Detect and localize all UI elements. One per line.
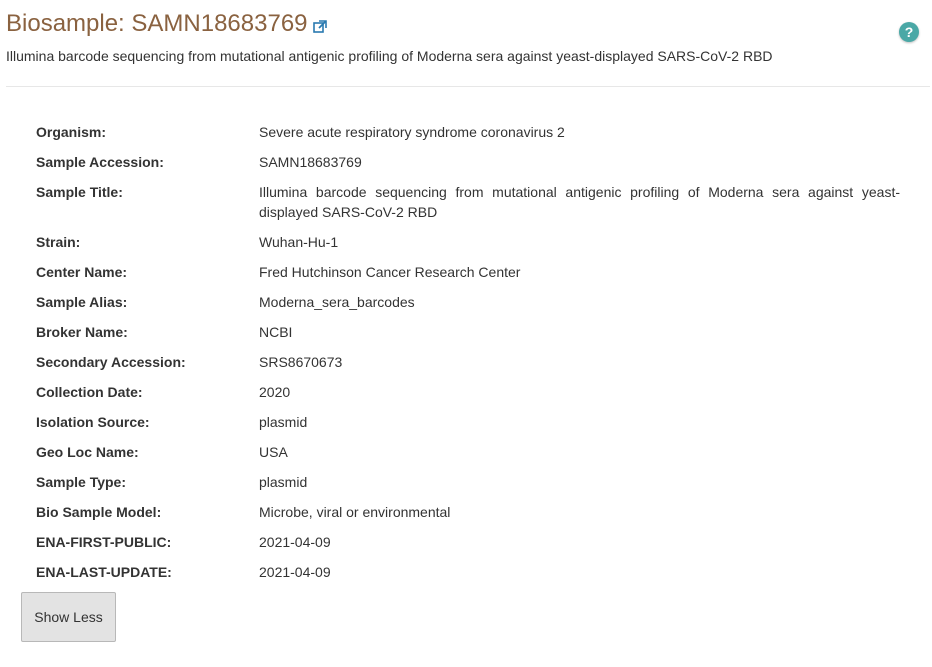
attribute-label: Center Name:	[36, 264, 128, 280]
external-link-icon[interactable]	[312, 20, 327, 34]
attribute-label: Sample Accession:	[36, 154, 164, 170]
attribute-value: Microbe, viral or environmental	[259, 504, 451, 520]
page-subtitle: Illumina barcode sequencing from mutatio…	[6, 48, 773, 64]
attribute-label: Secondary Accession:	[36, 354, 186, 370]
attribute-value: Wuhan-Hu-1	[259, 234, 339, 250]
attribute-row: Bio Sample Model: Microbe, viral or envir…	[36, 502, 900, 522]
attribute-list: Organism: Severe acute respiratory syndro…	[36, 122, 900, 592]
attribute-value: Moderna_sera_barcodes	[259, 294, 415, 310]
attribute-label: Geo Loc Name:	[36, 444, 139, 460]
attribute-row: Sample Accession: SAMN18683769	[36, 152, 900, 172]
attribute-label: ENA-FIRST-PUBLIC:	[36, 534, 172, 550]
attribute-row: ENA-LAST-UPDATE: 2021-04-09	[36, 562, 900, 582]
attribute-row: Strain: Wuhan-Hu-1	[36, 232, 900, 252]
attribute-row: Center Name: Fred Hutchinson Cancer Resea…	[36, 262, 900, 282]
attribute-row: Collection Date: 2020	[36, 382, 900, 402]
attribute-label: Organism:	[36, 124, 107, 140]
attribute-row: Secondary Accession: SRS8670673	[36, 352, 900, 372]
attribute-value: Illumina barcode sequencing from mutatio…	[259, 184, 900, 220]
attribute-value: Severe acute respiratory syndrome corona…	[259, 124, 565, 140]
attribute-label: Sample Type:	[36, 474, 126, 490]
attribute-value: 2021-04-09	[259, 534, 331, 550]
attribute-label: Collection Date:	[36, 384, 143, 400]
attribute-row: Organism: Severe acute respiratory syndro…	[36, 122, 900, 142]
biosample-page: Biosample: SAMN18683769 Illumina barcode…	[0, 0, 932, 667]
attribute-label: Sample Alias:	[36, 294, 128, 310]
attribute-value: USA	[259, 444, 288, 460]
attribute-label: Sample Title:	[36, 184, 123, 200]
attribute-value: 2021-04-09	[259, 564, 331, 580]
attribute-row: Isolation Source: plasmid	[36, 412, 900, 432]
attribute-row: ENA-FIRST-PUBLIC: 2021-04-09	[36, 532, 900, 552]
attribute-label: Broker Name:	[36, 324, 128, 340]
attribute-row: Sample Alias: Moderna_sera_barcodes	[36, 292, 900, 312]
attribute-row: Sample Type: plasmid	[36, 472, 900, 492]
attribute-label: Bio Sample Model:	[36, 504, 162, 520]
attribute-value: plasmid	[259, 474, 308, 490]
page-title: Biosample: SAMN18683769	[6, 10, 308, 37]
attribute-label: ENA-LAST-UPDATE:	[36, 564, 172, 580]
attribute-row: Broker Name: NCBI	[36, 322, 900, 342]
help-icon[interactable]: ?	[899, 22, 919, 42]
attribute-value: SRS8670673	[259, 354, 343, 370]
attribute-value: 2020	[259, 384, 291, 400]
attribute-value: plasmid	[259, 414, 308, 430]
attribute-label: Strain:	[36, 234, 81, 250]
header-divider	[6, 86, 930, 87]
attribute-row: Geo Loc Name: USA	[36, 442, 900, 462]
attribute-value: NCBI	[259, 324, 293, 340]
attribute-value: Fred Hutchinson Cancer Research Center	[259, 264, 521, 280]
attribute-row: Sample Title: Illumina barcode sequencing…	[36, 182, 900, 222]
attribute-label: Isolation Source:	[36, 414, 150, 430]
title-row: Biosample: SAMN18683769	[6, 8, 327, 40]
show-less-button[interactable]: Show Less	[21, 592, 116, 642]
attribute-value: SAMN18683769	[259, 154, 362, 170]
